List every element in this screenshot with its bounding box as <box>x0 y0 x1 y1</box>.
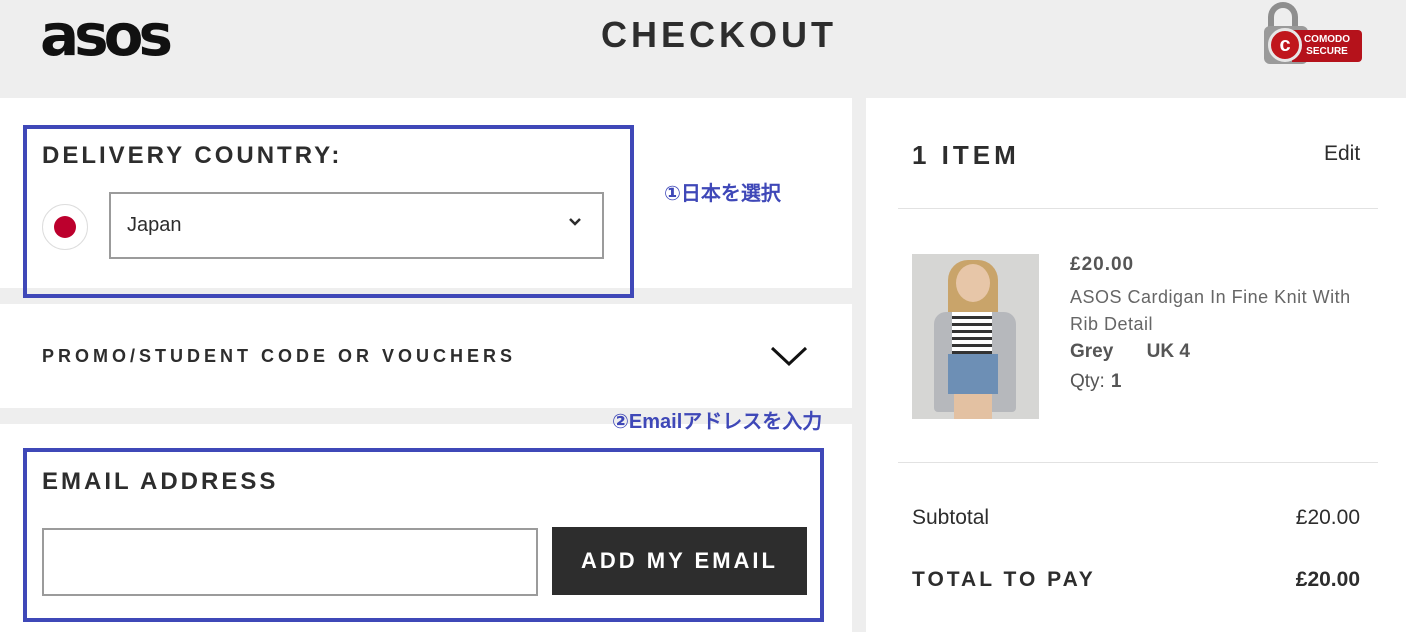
delivery-country-title: DELIVERY COUNTRY: <box>42 142 343 169</box>
add-my-email-button[interactable]: ADD MY EMAIL <box>552 527 807 595</box>
subtotal-label: Subtotal <box>912 506 990 529</box>
email-field[interactable] <box>42 528 538 596</box>
divider <box>898 208 1378 209</box>
total-value: £20.00 <box>1295 568 1360 591</box>
qty-label: Qty: <box>1070 371 1105 392</box>
japan-flag-icon <box>42 204 88 250</box>
email-address-section: EMAIL ADDRESS ADD MY EMAIL <box>0 424 852 632</box>
promo-code-section[interactable]: PROMO/STUDENT CODE OR VOUCHERS <box>0 304 852 408</box>
order-summary: 1 ITEM Edit £20.00 ASOS Cardigan In Fine… <box>866 98 1406 632</box>
qty-value: 1 <box>1110 371 1122 392</box>
step2-annotation: ②Emailアドレスを入力 <box>612 411 823 433</box>
comodo-c-icon: c <box>1268 28 1302 62</box>
email-address-title: EMAIL ADDRESS <box>42 468 279 495</box>
subtotal-value: £20.00 <box>1295 506 1360 529</box>
item-count-title: 1 ITEM <box>912 140 1020 170</box>
product-size: UK 4 <box>1146 341 1190 362</box>
page-title: CHECKOUT <box>601 14 837 55</box>
product-price: £20.00 <box>1070 254 1135 275</box>
chevron-down-icon[interactable] <box>768 338 810 374</box>
secure-badge-brand: COMODO <box>1303 34 1351 45</box>
product-attributes: Grey UK 4 <box>1070 341 1218 363</box>
secure-badge-text: SECURE <box>1306 46 1348 57</box>
total-label: TOTAL TO PAY <box>912 568 1096 591</box>
product-image <box>912 254 1039 419</box>
product-quantity: Qty: 1 <box>1070 371 1121 393</box>
chevron-down-icon <box>568 214 582 232</box>
comodo-secure-badge: COMODO SECURE c <box>1262 2 1366 66</box>
step1-annotation: ①日本を選択 <box>664 183 781 205</box>
product-name: ASOS Cardigan In Fine Knit With Rib Deta… <box>1070 287 1351 334</box>
product-color: Grey <box>1070 341 1114 362</box>
divider <box>898 462 1378 463</box>
country-select-value: Japan <box>127 214 182 236</box>
checkout-header: asos CHECKOUT COMODO SECURE c <box>0 0 1406 98</box>
country-select[interactable]: Japan <box>109 192 604 259</box>
promo-code-label: PROMO/STUDENT CODE OR VOUCHERS <box>42 346 517 366</box>
edit-link[interactable]: Edit <box>1324 142 1360 166</box>
